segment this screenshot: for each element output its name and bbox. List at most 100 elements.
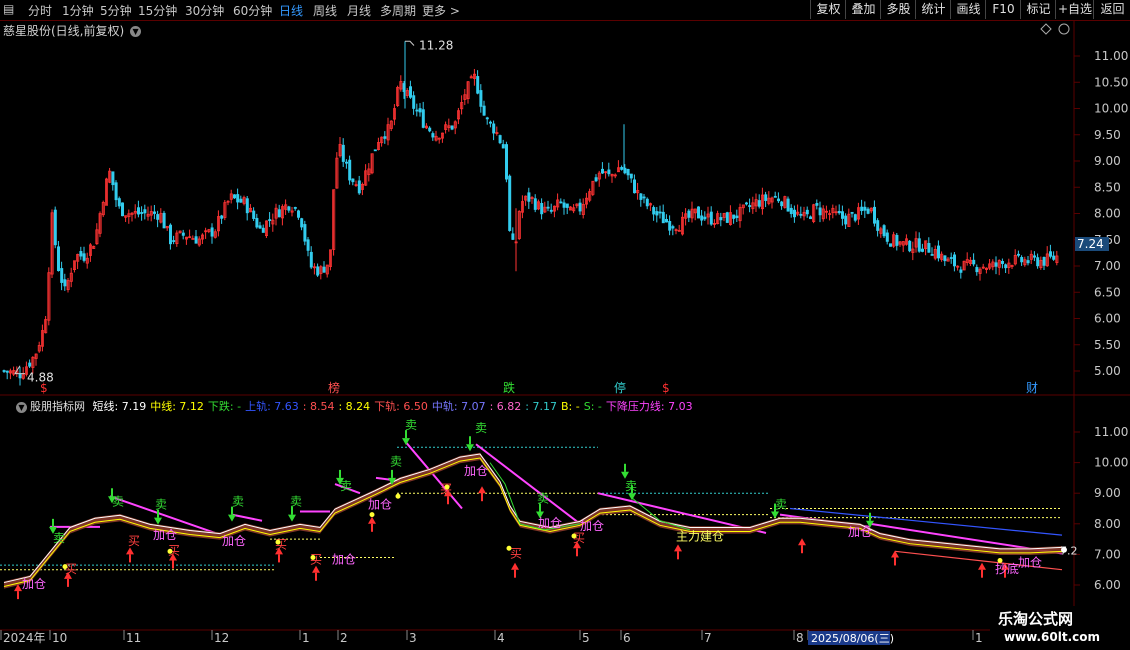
buy-arrow-icon — [368, 516, 376, 524]
sub-price-label-1: 10.00 — [1094, 456, 1128, 470]
sell-arrow-icon — [154, 517, 162, 525]
time-label-7: 4 — [497, 631, 505, 645]
time-label-10: 7 — [704, 631, 712, 645]
time-label-11: 8 — [796, 631, 804, 645]
signal-marker-2: 加仓 — [222, 534, 246, 548]
signal-marker-1: 加仓 — [153, 528, 177, 542]
event-marker-5: 财 — [1026, 381, 1038, 395]
signal-marker-31: 抄底 — [995, 561, 1019, 576]
diamond-icon — [1040, 23, 1052, 35]
kline-chart[interactable]: 11.0010.5010.009.509.008.508.007.507.006… — [0, 0, 1130, 650]
signal-dot — [571, 533, 577, 539]
buy-arrow-icon — [511, 562, 519, 570]
pressure-line — [231, 513, 263, 522]
time-label-3: 12 — [214, 631, 229, 645]
time-label-6: 3 — [409, 631, 417, 645]
time-label-12: 2025/08/06(三) — [811, 632, 894, 645]
price-label-5: 8.50 — [1094, 180, 1121, 194]
watermark-url: www.60lt.com — [1004, 630, 1101, 644]
time-label-13: 1 — [975, 631, 983, 645]
signal-marker-16: 买 — [510, 546, 522, 560]
buy-arrow-icon — [798, 538, 806, 546]
sub-price-label-0: 11.00 — [1094, 425, 1128, 439]
sub-price-label-3: 8.00 — [1094, 517, 1121, 531]
signal-dot — [506, 545, 512, 551]
sell-arrow-icon — [621, 471, 629, 479]
signal-marker-8: 加仓 — [848, 525, 872, 539]
price-label-12: 5.00 — [1094, 364, 1121, 378]
time-label-5: 2 — [340, 631, 348, 645]
sell-arrow-icon — [771, 511, 779, 519]
sub-price-label-4: 7.00 — [1094, 547, 1121, 561]
sub-price-label-5: 6.00 — [1094, 578, 1121, 592]
price-label-9: 6.50 — [1094, 285, 1121, 299]
signal-marker-21: 卖 — [232, 494, 244, 508]
signal-marker-4: 加仓 — [368, 498, 392, 512]
event-marker-2: 跌 — [503, 380, 515, 395]
ma-band — [4, 452, 1062, 589]
signal-marker-18: 卖 — [53, 531, 65, 545]
signal-marker-5: 加仓 — [464, 464, 488, 478]
signal-marker-3: 加仓 — [332, 553, 356, 567]
signal-marker-9: 加仓 — [1018, 556, 1042, 570]
mid-line — [3, 457, 1063, 588]
sell-arrow-icon — [228, 514, 236, 522]
signal-marker-19: 卖 — [112, 494, 124, 508]
sell-arrow-icon — [466, 444, 474, 452]
signal-marker-22: 卖 — [290, 494, 302, 508]
price-label-4: 9.00 — [1094, 154, 1121, 168]
signal-marker-28: 卖 — [625, 479, 637, 493]
buy-arrow-icon — [978, 562, 986, 570]
signal-dot — [444, 484, 450, 490]
pressure-line — [475, 443, 581, 525]
time-label-0: 2024年 — [3, 631, 46, 645]
signal-marker-10: 买 — [65, 562, 77, 576]
current-price: 7.24 — [1077, 237, 1104, 251]
signal-dot — [369, 512, 375, 518]
signal-dot — [167, 548, 173, 554]
signal-marker-20: 卖 — [155, 498, 167, 512]
event-marker-4: $ — [662, 381, 670, 395]
sell-arrow-icon — [402, 438, 410, 446]
buy-arrow-icon — [312, 565, 320, 573]
signal-marker-25: 卖 — [405, 418, 417, 432]
time-label-2: 11 — [126, 631, 141, 645]
price-label-11: 5.50 — [1094, 338, 1121, 352]
buy-arrow-icon — [126, 547, 134, 555]
signal-marker-26: 卖 — [475, 421, 487, 435]
watermark: 乐淘公式网 www.60lt.com — [990, 606, 1130, 650]
watermark-title: 乐淘公式网 — [998, 610, 1074, 628]
signal-dot — [62, 564, 68, 570]
event-marker-0: $ — [40, 381, 48, 395]
signal-dot — [395, 493, 401, 499]
event-marker-3: 停 — [614, 380, 626, 395]
event-marker-1: 榜 — [328, 380, 340, 395]
time-label-8: 5 — [582, 631, 590, 645]
signal-marker-29: 卖 — [775, 498, 787, 512]
settings-icon — [1058, 23, 1070, 35]
high-marker — [405, 40, 415, 46]
price-label-6: 8.00 — [1094, 207, 1121, 221]
price-label-10: 6.00 — [1094, 312, 1121, 326]
price-label-3: 9.50 — [1094, 128, 1121, 142]
signal-marker-11: 买 — [128, 534, 140, 548]
signal-marker-24: 卖 — [390, 455, 402, 469]
price-label-1: 10.50 — [1094, 75, 1128, 89]
decline-line — [489, 462, 581, 531]
signal-marker-23: 卖 — [340, 479, 352, 493]
sell-arrow-icon — [628, 493, 636, 501]
signal-marker-0: 加仓 — [22, 577, 46, 591]
price-label-2: 10.00 — [1094, 102, 1128, 116]
signal-marker-30: 主力建仓 — [676, 530, 724, 544]
high-label: 11.28 — [419, 39, 453, 53]
buy-arrow-icon — [478, 486, 486, 494]
buy-arrow-icon — [674, 544, 682, 552]
current-dot — [1061, 546, 1067, 553]
signal-dot — [310, 554, 316, 560]
time-label-1: 10 — [52, 631, 67, 645]
price-label-0: 11.00 — [1094, 49, 1128, 63]
signal-marker-6: 加仓 — [538, 516, 562, 530]
signal-marker-27: 卖 — [537, 491, 549, 505]
time-label-4: 1 — [302, 631, 310, 645]
signal-dot — [275, 539, 281, 545]
